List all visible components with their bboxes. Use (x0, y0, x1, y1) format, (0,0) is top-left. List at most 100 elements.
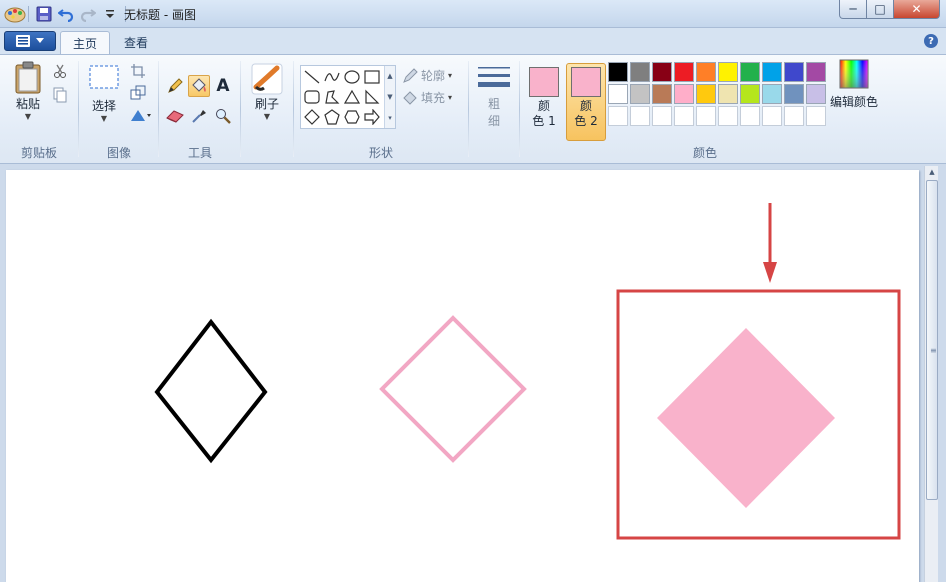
palette-color-swatch[interactable] (806, 84, 826, 104)
color2-label-line1: 颜 (579, 99, 592, 113)
palette-color-swatch[interactable] (740, 62, 760, 82)
drawing-canvas[interactable] (6, 170, 919, 582)
palette-custom-slot[interactable] (674, 106, 694, 126)
palette-color-swatch[interactable] (806, 62, 826, 82)
vertical-scrollbar[interactable]: ▲ ≡ (924, 166, 938, 582)
rectangle-shape-icon[interactable] (362, 67, 382, 87)
crop-icon[interactable] (128, 61, 148, 81)
copy-icon[interactable] (50, 85, 70, 105)
minimize-button[interactable]: ─ (839, 0, 867, 19)
canvas-drawing (154, 203, 901, 540)
outline-pen-icon (403, 67, 418, 83)
palette-custom-slot[interactable] (806, 106, 826, 126)
palette-color-swatch[interactable] (608, 62, 628, 82)
select-rect-icon (89, 65, 119, 89)
color2-button[interactable]: 颜 色 2 (566, 63, 606, 141)
palette-custom-slot[interactable] (762, 106, 782, 126)
palette-custom-slot[interactable] (718, 106, 738, 126)
right-triangle-shape-icon[interactable] (362, 87, 382, 107)
ribbon-tab-row: 主页 查看 ? (0, 28, 946, 54)
paste-button[interactable]: 粘贴 ▼ (10, 61, 46, 121)
palette-custom-slot[interactable] (652, 106, 672, 126)
quick-access-toolbar (4, 4, 128, 24)
palette-color-swatch[interactable] (718, 62, 738, 82)
scrollbar-thumb[interactable]: ≡ (926, 180, 938, 500)
palette-color-swatch[interactable] (652, 84, 672, 104)
shapes-gallery-scroll[interactable]: ▲ ▼ ▾ (384, 66, 395, 128)
help-icon[interactable]: ? (924, 34, 938, 48)
palette-color-swatch[interactable] (762, 84, 782, 104)
select-button[interactable]: 选择 ▼ (86, 65, 122, 123)
undo-icon[interactable] (57, 5, 75, 23)
paint-menu-button[interactable] (4, 31, 56, 51)
close-button[interactable]: ✕ (894, 0, 940, 19)
palette-color-swatch[interactable] (718, 84, 738, 104)
brushes-label: 刷子 (254, 97, 279, 111)
qat-separator (28, 6, 29, 22)
window-controls: ─ □ ✕ (839, 0, 940, 19)
diamond-shape-icon[interactable] (302, 107, 322, 127)
pentagon-shape-icon[interactable] (322, 107, 342, 127)
palette-color-swatch[interactable] (696, 84, 716, 104)
clipboard-group-label: 剪贴板 (20, 146, 57, 160)
chevron-up-icon[interactable]: ▲ (387, 72, 392, 80)
curve-shape-icon[interactable] (322, 67, 342, 87)
brushes-button[interactable]: 刷子 ▼ (248, 63, 286, 121)
palette-custom-slot[interactable] (740, 106, 760, 126)
paint-app-icon[interactable] (4, 5, 26, 23)
eraser-icon[interactable] (164, 105, 186, 127)
arrow-shape-icon[interactable] (362, 107, 382, 127)
palette-custom-slot[interactable] (696, 106, 716, 126)
palette-custom-slot[interactable] (630, 106, 650, 126)
rounded-rectangle-shape-icon[interactable] (302, 87, 322, 107)
oval-shape-icon[interactable] (342, 67, 362, 87)
palette-color-swatch[interactable] (740, 84, 760, 104)
image-group-label: 图像 (106, 146, 131, 160)
outline-button[interactable]: 轮廓 ▾ (402, 67, 452, 84)
palette-color-swatch[interactable] (608, 84, 628, 104)
palette-color-swatch[interactable] (784, 62, 804, 82)
palette-color-swatch[interactable] (674, 62, 694, 82)
magnifier-icon[interactable] (212, 105, 234, 127)
rotate-icon[interactable] (128, 105, 154, 125)
pink-outline-diamond (379, 315, 527, 463)
cut-icon[interactable] (50, 61, 70, 81)
maximize-button[interactable]: □ (867, 0, 894, 19)
fill-bucket-icon[interactable] (188, 75, 210, 97)
palette-color-swatch[interactable] (762, 62, 782, 82)
fill-button[interactable]: 填充 ▾ (402, 89, 452, 106)
resize-icon[interactable] (128, 83, 148, 103)
palette-color-swatch[interactable] (784, 84, 804, 104)
color1-label-line1: 颜 (537, 99, 550, 113)
size-button[interactable]: 粗 细 (474, 65, 514, 129)
tab-home[interactable]: 主页 (60, 31, 111, 54)
palette-color-swatch[interactable] (674, 84, 694, 104)
scroll-up-icon[interactable]: ▲ (925, 166, 939, 178)
polygon-shape-icon[interactable] (322, 87, 342, 107)
chevron-down-icon[interactable]: ▼ (387, 93, 392, 101)
edit-colors-button[interactable]: 编辑颜色 (828, 59, 880, 110)
save-icon[interactable] (35, 5, 53, 23)
line-shape-icon[interactable] (302, 67, 322, 87)
palette-color-swatch[interactable] (630, 62, 650, 82)
palette-custom-slot[interactable] (608, 106, 628, 126)
customize-qat-chevron-icon[interactable] (101, 5, 119, 23)
palette-custom-slot[interactable] (784, 106, 804, 126)
tab-view[interactable]: 查看 (112, 31, 160, 54)
text-tool-icon[interactable]: A (212, 75, 234, 97)
color1-button[interactable]: 颜 色 1 (524, 63, 564, 141)
outline-label: 轮廓 (421, 69, 446, 83)
paint-menu-icon (16, 35, 30, 47)
pencil-icon[interactable] (164, 75, 186, 97)
palette-color-swatch[interactable] (652, 62, 672, 82)
color-picker-icon[interactable] (188, 105, 210, 127)
expand-gallery-icon[interactable]: ▾ (388, 114, 392, 122)
redo-icon[interactable] (79, 5, 97, 23)
palette-color-swatch[interactable] (696, 62, 716, 82)
triangle-shape-icon[interactable] (342, 87, 362, 107)
chevron-down-icon: ▼ (24, 112, 32, 121)
workspace: ▲ ≡ (0, 164, 946, 582)
hexagon-shape-icon[interactable] (342, 107, 362, 127)
clipboard-group: 粘贴 ▼ 剪贴板 (0, 59, 78, 163)
palette-color-swatch[interactable] (630, 84, 650, 104)
